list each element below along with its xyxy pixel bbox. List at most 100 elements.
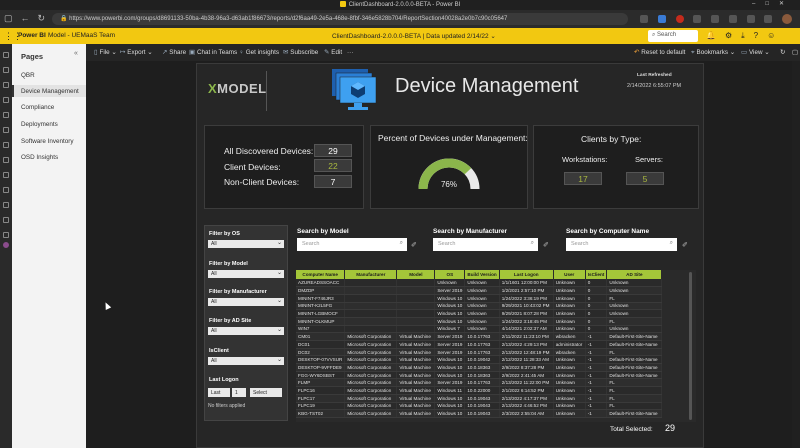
search-box[interactable]: ⌕ Search (648, 30, 698, 42)
browser-extensions[interactable] (640, 13, 792, 25)
goals-icon[interactable] (3, 142, 9, 148)
profile-avatar[interactable] (782, 14, 792, 24)
table-cell: 0 (585, 286, 608, 295)
bookmarks-menu[interactable]: ⌖ Bookmarks ⌄ (691, 49, 735, 57)
app-name[interactable]: Power BI (18, 32, 46, 39)
clear-filter-icon[interactable]: ✐ (411, 241, 417, 249)
share-button[interactable]: ↗ Share (162, 49, 186, 56)
filter-isclient-select[interactable]: All (208, 356, 284, 365)
search-model-label: Search by Model (297, 228, 349, 235)
filter-manufacturer-select[interactable]: All (208, 297, 284, 306)
apps-icon[interactable] (3, 157, 9, 163)
table-row[interactable]: KBG-TST02 Microsoft Corporation Virtual Ma… (296, 409, 663, 418)
recent-icon[interactable] (3, 97, 9, 103)
table-row[interactable]: FLMP Microsoft Corporation Virtual Machine… (296, 378, 663, 388)
subscribe-button[interactable]: ✉ Subscribe (283, 49, 318, 56)
view-menu[interactable]: ▭ View ⌄ (741, 49, 770, 56)
more-options-button[interactable]: ··· (347, 49, 353, 56)
address-bar[interactable]: 🔒 https://www.powerbi.com/groups/d869113… (52, 13, 628, 25)
comment-icon[interactable]: ▢ (792, 49, 798, 56)
menu-icon[interactable] (764, 15, 773, 23)
create-icon[interactable] (3, 112, 9, 118)
page-item-compliance[interactable]: Compliance (12, 101, 86, 113)
table-row[interactable]: MININT-K2L5FG Windows 10 Unknown 9/29/2021 … (296, 302, 663, 311)
page-item-device-management[interactable]: Device Management (12, 85, 86, 97)
datasets-icon[interactable] (3, 127, 9, 133)
extension-icon[interactable] (640, 15, 648, 23)
search-model-input[interactable]: Search ⌕ (297, 238, 407, 251)
table-row[interactable]: DMZDP Server 2019 Unknown 1/2/2021 2:57:10 … (296, 286, 663, 295)
table-row[interactable]: FGG-WY6DSBST Microsoft Corporation Virtual… (296, 371, 663, 380)
chat-in-teams-button[interactable]: ▣ Chat in Teams (189, 49, 237, 56)
favorites-icon[interactable] (3, 82, 9, 88)
filter-model-select[interactable]: All (208, 269, 284, 278)
table-row[interactable]: FLPC17 Microsoft Corporation Virtual Machi… (296, 394, 663, 403)
column-header[interactable]: OS (434, 270, 466, 279)
table-row[interactable]: WIN7 Windows 7 Unknown 4/14/2021 2:02:37 AM… (296, 325, 663, 334)
last-logon-number-input[interactable]: 1 (232, 388, 246, 397)
column-header[interactable]: IsClient (585, 270, 608, 279)
download-icon[interactable] (3, 242, 9, 248)
home-icon[interactable] (3, 67, 9, 73)
report-title[interactable]: ClientDashboard-2.0.0.0-BETA | Data upda… (332, 32, 496, 40)
shared-icon[interactable] (3, 172, 9, 178)
clear-filter-icon[interactable]: ✐ (543, 241, 549, 249)
learn-icon[interactable] (3, 187, 9, 193)
apps-icon[interactable] (657, 15, 666, 23)
canvas-scrollbar[interactable] (792, 61, 800, 448)
column-header[interactable]: User (553, 270, 586, 279)
header-icons[interactable]: 🔔⚙⤓?☺ (706, 31, 784, 41)
monitor-icon[interactable] (3, 232, 9, 238)
window-controls[interactable]: –□✕ (752, 0, 794, 7)
table-row[interactable]: DESKTOP-07VVSUR Microsoft Corporation Virt… (296, 355, 663, 365)
search-manufacturer-input[interactable]: Search ⌕ (433, 238, 538, 251)
table-row[interactable]: MININT-F746JR3 Windows 10 Unknown 1/24/2022… (296, 294, 663, 303)
table-row[interactable]: AZUREADSSOACC Unknown Unknown 1/1/1601 12:0… (296, 279, 663, 288)
favorites-icon[interactable] (693, 15, 702, 23)
page-item-qbr[interactable]: QBR (12, 69, 86, 81)
table-row[interactable]: FLPC16 Microsoft Corporation Virtual Machi… (296, 386, 663, 395)
table-cell (344, 279, 398, 288)
deployment-icon[interactable] (3, 217, 9, 223)
filter-adsite-select[interactable]: All (208, 326, 284, 335)
collapse-icon[interactable]: « (74, 50, 78, 57)
page-item-osd-insights[interactable]: OSD Insights (12, 151, 86, 163)
table-row[interactable]: DC02 Microsoft Corporation Virtual Machine… (296, 348, 663, 357)
table-row[interactable]: DC01 Microsoft Corporation Virtual Machine… (296, 340, 663, 349)
edit-button[interactable]: ✎ Edit (324, 49, 342, 56)
history-icon[interactable] (711, 15, 719, 23)
last-logon-mode-select[interactable]: Last (208, 388, 230, 397)
table-scrollbar[interactable] (689, 272, 692, 420)
clear-filter-icon[interactable]: ✐ (682, 241, 688, 249)
reset-to-default-button[interactable]: ↶ Reset to default (634, 49, 685, 56)
workspace-name[interactable]: Model - UEMaaS Team (48, 32, 115, 39)
filter-os-select[interactable]: All (208, 239, 284, 248)
export-menu[interactable]: ↦ Export ⌄ (120, 49, 153, 56)
get-insights-button[interactable]: ♀ Get insights (239, 49, 279, 56)
column-header[interactable]: AD Site (606, 270, 663, 279)
table-row[interactable]: CM01 Microsoft Corporation Virtual Machine… (296, 332, 663, 341)
file-menu[interactable]: ▯ File ⌄ (94, 49, 117, 56)
table-row[interactable]: FLPC19 Microsoft Corporation Virtual Machi… (296, 402, 663, 411)
table-row[interactable]: MININT-LGBMOCF Windows 10 Unknown 9/29/2021… (296, 309, 663, 318)
table-cell: DMZDP (296, 286, 346, 295)
page-item-deployments[interactable]: Deployments (12, 118, 86, 130)
last-logon-unit-select[interactable]: Select (250, 388, 282, 397)
adblock-icon[interactable] (675, 15, 684, 23)
column-header[interactable]: Manufacturer (344, 270, 398, 279)
table-row[interactable]: DESKTOP-9VFFDE9 Microsoft Corporation Virt… (296, 363, 663, 372)
column-header[interactable]: Computer Name (296, 270, 346, 279)
table-cell: 2/12/2022 11:28:33 AM (499, 355, 554, 365)
search-computer-input[interactable]: Search ⌕ (566, 238, 677, 251)
column-header[interactable]: Last Logon (499, 270, 554, 279)
downloads-icon[interactable] (746, 15, 755, 23)
column-header[interactable]: Build Version (464, 270, 500, 279)
table-cell: Unknown (553, 317, 586, 326)
page-item-software-inventory[interactable]: Software Inventory (12, 135, 86, 147)
menu-icon[interactable] (3, 52, 9, 58)
refresh-icon[interactable]: ↻ (780, 49, 785, 56)
workspaces-icon[interactable] (3, 202, 9, 208)
collections-icon[interactable] (728, 15, 737, 23)
table-row[interactable]: MININT-OLKMUP Windows 10 Unknown 1/24/2022 … (296, 317, 663, 326)
column-header[interactable]: Model (396, 270, 436, 279)
